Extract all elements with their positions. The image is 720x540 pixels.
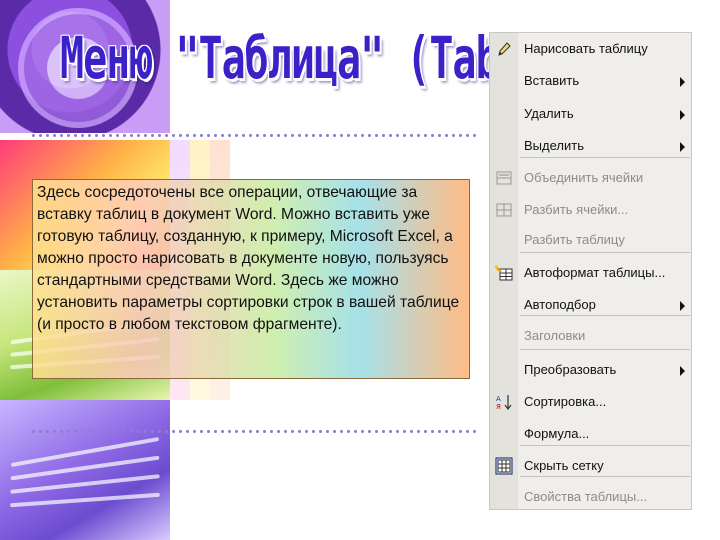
menu-item-label: Формула... xyxy=(524,426,590,441)
menu-separator xyxy=(520,445,690,446)
menu-separator xyxy=(520,476,690,477)
menu-item[interactable]: Разбить таблицу xyxy=(490,225,693,255)
menu-item-label: Разбить ячейки... xyxy=(524,202,629,217)
menu-item[interactable]: Вставить xyxy=(490,66,693,96)
grid-icon xyxy=(495,457,513,475)
pencil-icon xyxy=(495,40,513,58)
menu-separator xyxy=(520,157,690,158)
svg-text:A: A xyxy=(496,395,501,403)
menu-item-label: Объединить ячейки xyxy=(524,170,644,185)
menu-item[interactable]: A Я Сортировка... xyxy=(490,387,693,417)
menu-item-label: Автоформат таблицы... xyxy=(524,265,666,280)
submenu-arrow-icon xyxy=(680,301,685,311)
description-text: Здесь сосредоточены все операции, отвеча… xyxy=(37,184,460,333)
table-autoformat-icon xyxy=(495,264,513,282)
submenu-arrow-icon xyxy=(680,142,685,152)
menu-item-label: Удалить xyxy=(524,106,574,121)
menu-item-label: Автоподбор xyxy=(524,297,596,312)
submenu-arrow-icon xyxy=(680,110,685,120)
paper-edge xyxy=(10,492,160,508)
menu-item-label: Выделить xyxy=(524,138,584,153)
menu-item-label: Скрыть сетку xyxy=(524,458,604,473)
menu-item[interactable]: Автоформат таблицы... xyxy=(490,258,693,288)
menu-item-label: Нарисовать таблицу xyxy=(524,41,648,56)
submenu-arrow-icon xyxy=(680,366,685,376)
svg-text:Я: Я xyxy=(496,403,501,411)
menu-item-label: Свойства таблицы... xyxy=(524,489,648,504)
merge-cells-icon xyxy=(495,169,513,187)
menu-item[interactable]: Удалить xyxy=(490,99,693,129)
menu-item[interactable]: Нарисовать таблицу xyxy=(490,34,693,64)
sort-icon: AЯ xyxy=(495,393,513,411)
menu-item[interactable]: Заголовки xyxy=(490,321,693,351)
menu-item-label: Преобразовать xyxy=(524,362,617,377)
menu-item-label: Заголовки xyxy=(524,328,586,343)
table-menu: Нарисовать таблицу Вставить Удалить Выделит… xyxy=(489,32,692,510)
menu-item[interactable]: Разбить ячейки... xyxy=(490,195,693,225)
menu-separator xyxy=(520,315,690,316)
split-cells-icon xyxy=(495,201,513,219)
menu-item-label: Сортировка... xyxy=(524,394,607,409)
description-box: Здесь сосредоточены все операции, отвеча… xyxy=(32,179,470,379)
slide-title: Меню "Таблица" (Table) xyxy=(60,26,569,93)
menu-item[interactable]: Свойства таблицы... xyxy=(490,482,693,512)
menu-separator xyxy=(520,252,690,253)
dotted-divider xyxy=(30,429,480,434)
menu-item[interactable]: Преобразовать xyxy=(490,355,693,385)
paper-stack-photo-purple xyxy=(0,400,170,540)
menu-item[interactable]: Объединить ячейки xyxy=(490,163,693,193)
dotted-divider xyxy=(30,133,480,138)
menu-separator xyxy=(520,349,690,350)
submenu-arrow-icon xyxy=(680,77,685,87)
menu-item-label: Разбить таблицу xyxy=(524,232,625,247)
menu-item-label: Вставить xyxy=(524,73,580,88)
